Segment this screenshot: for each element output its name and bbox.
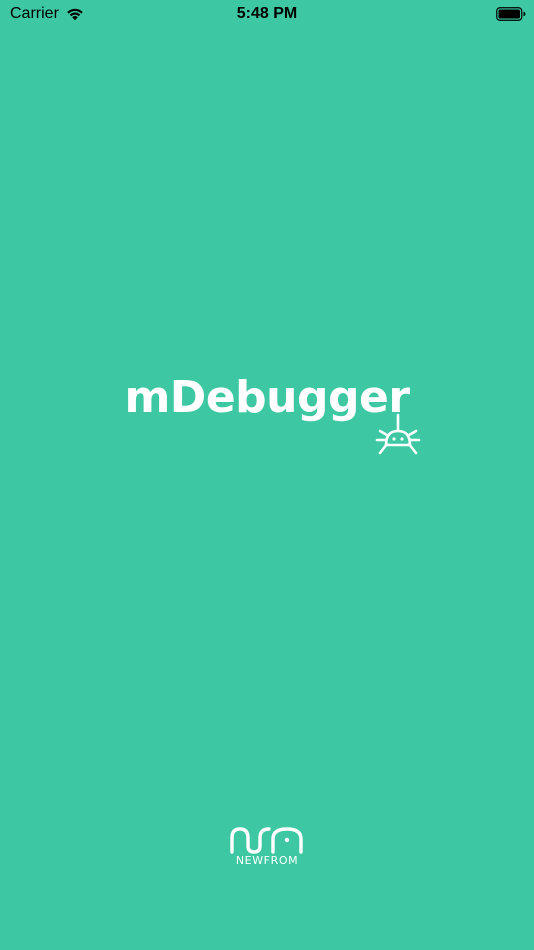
battery-icon xyxy=(496,7,526,21)
bug-icon xyxy=(375,413,421,455)
status-time: 5:48 PM xyxy=(236,5,298,22)
status-bar: Carrier 5:48 PM xyxy=(0,0,534,28)
newfrom-logo-icon xyxy=(230,827,303,854)
splash-screen: Carrier 5:48 PM mDebugger NEWFROM xyxy=(0,0,534,950)
developer-brand: NEWFROM xyxy=(0,826,534,867)
brand-name: NEWFROM xyxy=(235,854,299,867)
app-name: mDebugger xyxy=(124,372,410,423)
app-logo: mDebugger xyxy=(0,372,534,424)
